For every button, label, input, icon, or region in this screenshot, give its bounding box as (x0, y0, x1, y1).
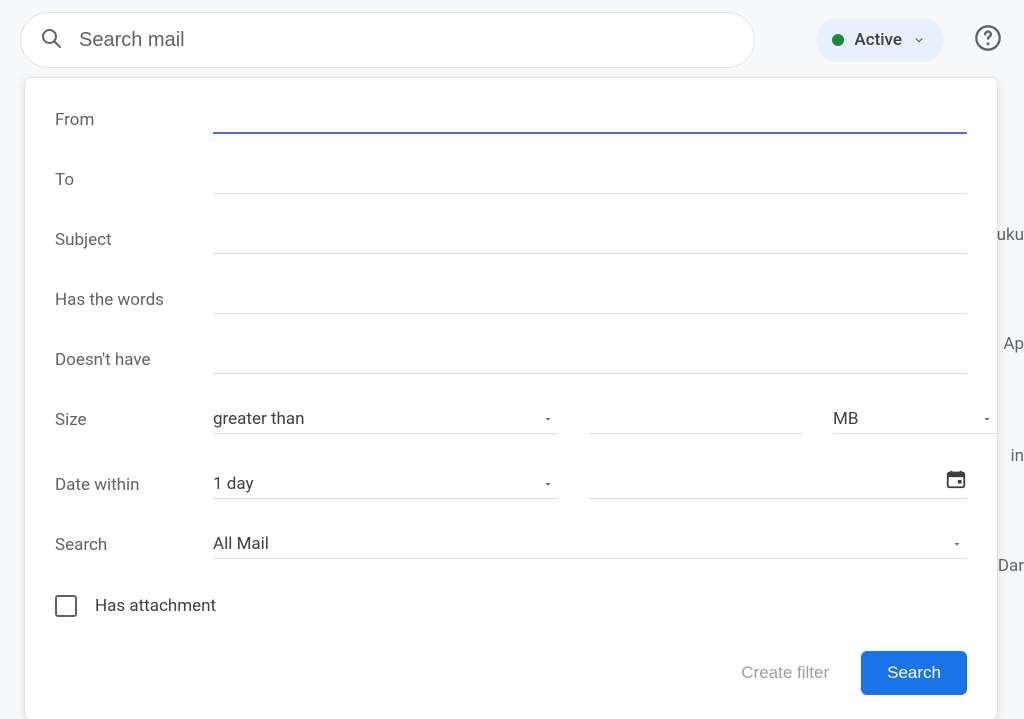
date-within-label: Date within (55, 475, 213, 499)
size-value-input[interactable] (588, 407, 803, 434)
search-scope-label: Search (55, 535, 213, 559)
search-scope-value: All Mail (213, 534, 269, 554)
mail-list-fragment: in (1010, 446, 1024, 466)
mail-list-fragment: Dar (998, 556, 1024, 576)
date-range-value: 1 day (213, 474, 254, 494)
search-icon (39, 26, 63, 54)
subject-row: Subject (55, 226, 967, 254)
status-label: Active (854, 30, 902, 50)
has-attachment-row: Has attachment (55, 595, 967, 617)
has-attachment-label: Has attachment (95, 596, 216, 616)
search-scope-select[interactable]: All Mail (213, 532, 967, 559)
advanced-search-panel: From To Subject Has the words Doesn't ha… (25, 78, 997, 719)
has-words-label: Has the words (55, 290, 213, 314)
dropdown-arrow-icon (542, 475, 554, 495)
date-picker-input[interactable] (588, 466, 967, 499)
dropdown-arrow-icon (981, 410, 993, 430)
help-button[interactable] (968, 20, 1008, 60)
calendar-icon (945, 468, 967, 494)
mail-list-fragment: uku (997, 225, 1024, 245)
size-row: Size greater than MB (55, 406, 967, 434)
subject-input[interactable] (213, 227, 967, 254)
date-within-row: Date within 1 day (55, 466, 967, 499)
from-input[interactable] (213, 106, 967, 134)
help-icon (974, 24, 1002, 56)
dropdown-arrow-icon (542, 410, 554, 430)
doesnt-have-input[interactable] (213, 347, 967, 374)
doesnt-have-row: Doesn't have (55, 346, 967, 374)
status-chip[interactable]: Active (816, 18, 944, 62)
size-operator-select[interactable]: greater than (213, 407, 558, 434)
subject-label: Subject (55, 230, 213, 254)
size-label: Size (55, 410, 213, 434)
has-words-input[interactable] (213, 287, 967, 314)
size-unit-select[interactable]: MB (833, 407, 997, 434)
search-input[interactable] (79, 29, 736, 52)
search-scope-row: Search All Mail (55, 531, 967, 559)
chevron-down-icon (912, 33, 926, 47)
status-dot-icon (832, 34, 844, 46)
from-label: From (55, 110, 213, 134)
search-box[interactable] (20, 12, 755, 68)
size-unit-value: MB (833, 409, 973, 429)
top-bar: Active (0, 0, 1024, 80)
create-filter-button[interactable]: Create filter (737, 655, 833, 691)
date-range-select[interactable]: 1 day (213, 472, 558, 499)
mail-list-fragment: Ap (1003, 334, 1024, 354)
panel-actions: Create filter Search (55, 651, 967, 695)
from-row: From (55, 106, 967, 134)
to-row: To (55, 166, 967, 194)
has-words-row: Has the words (55, 286, 967, 314)
to-input[interactable] (213, 167, 967, 194)
doesnt-have-label: Doesn't have (55, 350, 213, 374)
size-operator-value: greater than (213, 409, 305, 429)
dropdown-arrow-icon (951, 535, 963, 555)
has-attachment-checkbox[interactable] (55, 595, 77, 617)
to-label: To (55, 170, 213, 194)
search-button[interactable]: Search (861, 651, 967, 695)
